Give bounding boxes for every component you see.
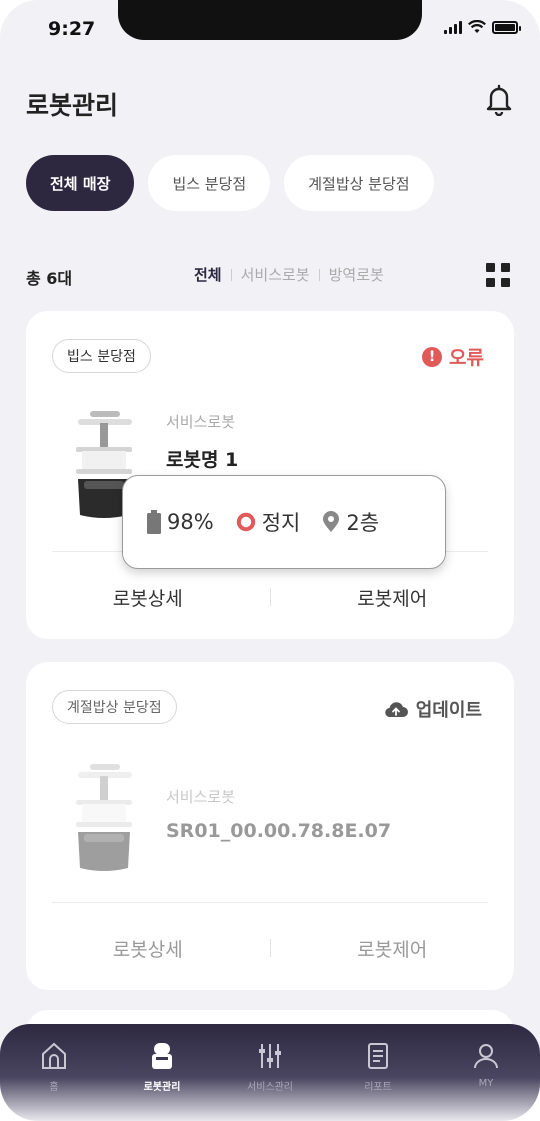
bottom-nav: 홈 로봇관리 서비스관리 리포트 MY bbox=[0, 1024, 540, 1121]
status-update: 업데이트 bbox=[384, 696, 482, 722]
operation-status: 정지 bbox=[236, 507, 301, 537]
nav-service-management[interactable]: 서비스관리 bbox=[216, 1040, 324, 1121]
nav-label: 로봇관리 bbox=[143, 1082, 181, 1093]
robot-type-filter: 전체 서비스로봇 방역로봇 bbox=[194, 264, 384, 285]
robot-detail-button[interactable]: 로봇상세 bbox=[26, 584, 270, 611]
filter-service-robot[interactable]: 서비스로봇 bbox=[241, 264, 310, 285]
robot-detail-button[interactable]: 로봇상세 bbox=[26, 935, 270, 962]
robot-count: 총 6대 bbox=[26, 269, 73, 288]
filter-divider bbox=[230, 268, 232, 281]
robot-type: 서비스로봇 bbox=[166, 788, 236, 806]
filter-divider bbox=[318, 268, 320, 281]
nav-my[interactable]: MY bbox=[432, 1040, 540, 1121]
robot-type: 서비스로봇 bbox=[166, 413, 236, 431]
user-icon bbox=[474, 1044, 498, 1069]
robot-icon bbox=[152, 1043, 172, 1069]
robot-control-button[interactable]: 로봇제어 bbox=[271, 935, 515, 962]
nav-label: 서비스관리 bbox=[247, 1082, 293, 1093]
filter-disinfection-robot[interactable]: 방역로봇 bbox=[329, 264, 384, 285]
filter-all[interactable]: 전체 bbox=[194, 264, 222, 285]
phone-screen: 9:27 로봇관리 전체 매장 빕스 분당점 계절밥상 분당점 총 6대 전체 … bbox=[0, 0, 540, 1121]
robot-control-button[interactable]: 로봇제어 bbox=[271, 584, 515, 611]
battery-value: 98% bbox=[167, 510, 214, 534]
card-actions: 로봇상세 로봇제어 bbox=[26, 928, 514, 968]
battery-status: 98% bbox=[147, 510, 214, 534]
location-pin-icon bbox=[323, 511, 340, 532]
stop-status-icon bbox=[236, 512, 255, 532]
robot-name: SR01_00.00.78.8E.07 bbox=[166, 820, 392, 842]
status-label: 오류 bbox=[449, 347, 484, 369]
battery-level-icon bbox=[147, 510, 161, 534]
page-title: 로봇관리 bbox=[26, 91, 119, 120]
nav-label: 홈 bbox=[49, 1082, 59, 1093]
grid-view-icon[interactable] bbox=[486, 263, 510, 287]
operation-value: 정지 bbox=[261, 511, 301, 535]
tab-seasons-table-bundang[interactable]: 계절밥상 분당점 bbox=[284, 155, 434, 211]
nav-label: MY bbox=[478, 1078, 494, 1089]
wifi-icon bbox=[468, 20, 486, 33]
robot-info-popover: 98% 정지 2층 bbox=[122, 475, 446, 569]
status-icons bbox=[444, 20, 521, 34]
robot-image bbox=[76, 764, 132, 871]
bell-icon[interactable] bbox=[484, 84, 514, 116]
nav-label: 리포트 bbox=[364, 1082, 392, 1093]
floor-status: 2층 bbox=[322, 507, 379, 537]
nav-home[interactable]: 홈 bbox=[0, 1040, 108, 1121]
report-icon bbox=[368, 1043, 388, 1069]
battery-icon bbox=[492, 20, 521, 34]
tab-vips-bundang[interactable]: 빕스 분당점 bbox=[148, 155, 271, 211]
device-notch bbox=[118, 0, 422, 40]
store-tabs: 전체 매장 빕스 분당점 계절밥상 분당점 bbox=[26, 155, 434, 211]
status-label: 업데이트 bbox=[415, 700, 482, 721]
error-icon: ! bbox=[422, 346, 443, 367]
nav-robot-management[interactable]: 로봇관리 bbox=[108, 1040, 216, 1121]
nav-report[interactable]: 리포트 bbox=[324, 1040, 432, 1121]
status-error: ! 오류 bbox=[422, 343, 484, 370]
store-tag: 빕스 분당점 bbox=[52, 339, 151, 373]
sliders-icon bbox=[259, 1044, 281, 1068]
store-tag: 계절밥상 분당점 bbox=[52, 690, 177, 724]
status-time: 9:27 bbox=[48, 18, 96, 40]
robot-card[interactable]: 계절밥상 분당점 업데이트 서비스로봇 SR01_00.00.78.8E.07 … bbox=[26, 662, 514, 990]
tab-all-stores[interactable]: 전체 매장 bbox=[26, 155, 135, 211]
signal-icon bbox=[444, 20, 462, 34]
card-divider bbox=[52, 902, 488, 903]
card-actions: 로봇상세 로봇제어 bbox=[26, 577, 514, 617]
home-icon bbox=[42, 1042, 66, 1069]
cloud-upload-icon bbox=[384, 702, 408, 718]
floor-value: 2층 bbox=[346, 511, 380, 535]
robot-name: 로봇명 1 bbox=[166, 449, 239, 471]
